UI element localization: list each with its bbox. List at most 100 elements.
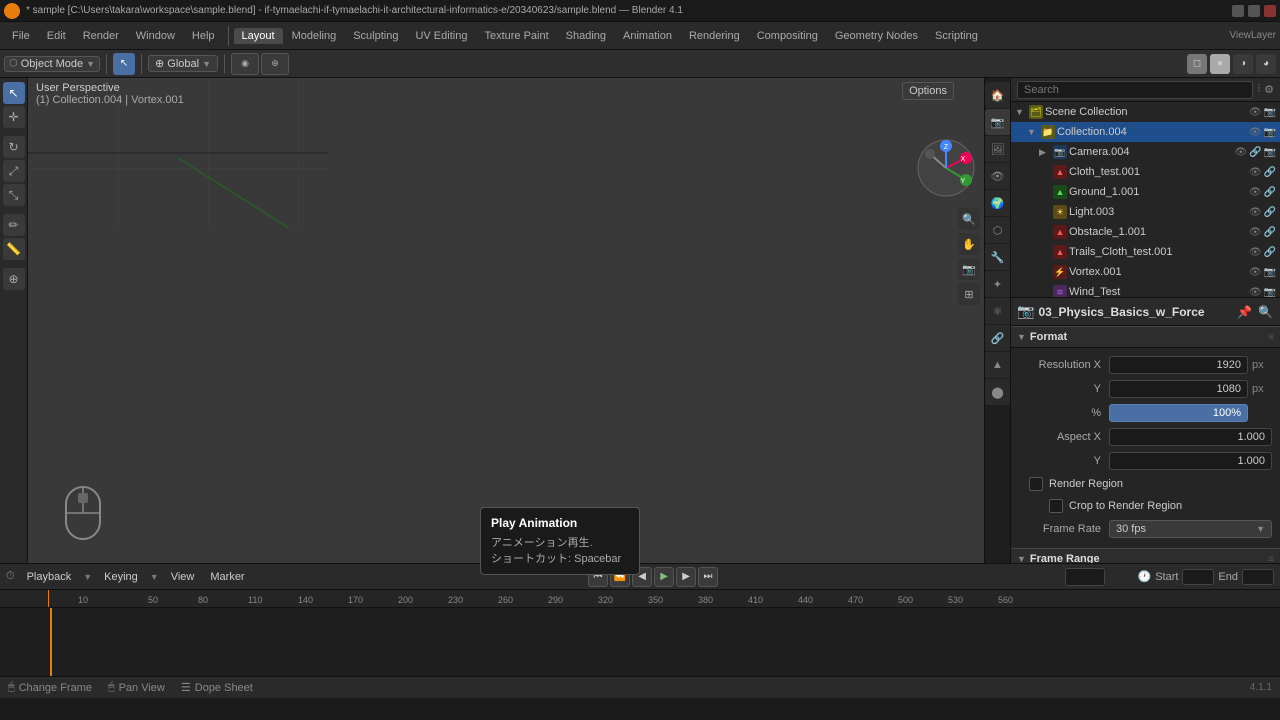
vortex-render-icon[interactable]: 📷 (1264, 267, 1276, 278)
camera-icon[interactable]: 📷 (958, 258, 980, 280)
cursor-tool[interactable]: ↖ (3, 82, 25, 104)
tab-shading[interactable]: Shading (558, 28, 614, 44)
window-controls[interactable] (1232, 5, 1276, 17)
prop-tab-constraints[interactable]: 🔗 (985, 325, 1011, 351)
jump-end-btn[interactable]: ⏭ (698, 567, 718, 587)
outliner-search[interactable] (1017, 81, 1253, 99)
render-region-checkbox[interactable] (1029, 477, 1043, 491)
mode-selector[interactable]: ⬡ Object Mode ▼ (4, 56, 100, 72)
overlay-btn[interactable]: ◉ (231, 53, 259, 75)
next-keyframe-btn[interactable]: ▶ (676, 567, 696, 587)
resolution-pct-value[interactable]: 100% (1109, 404, 1248, 422)
grid-icon[interactable]: ⊞ (958, 283, 980, 305)
transform-tool[interactable]: ⤡ (3, 184, 25, 206)
close-button[interactable] (1264, 5, 1276, 17)
cloth-hide-icon[interactable]: 👁 (1249, 167, 1262, 178)
tab-scripting[interactable]: Scripting (927, 28, 986, 44)
tab-layout[interactable]: Layout (234, 28, 283, 44)
measure-tool[interactable]: 📏 (3, 238, 25, 260)
vortex-hide-icon[interactable]: 👁 (1249, 267, 1262, 278)
add-tool[interactable]: ⊕ (3, 268, 25, 290)
tab-geometry-nodes[interactable]: Geometry Nodes (827, 28, 926, 44)
format-menu[interactable]: ≡ (1268, 332, 1274, 343)
prop-tab-modifier[interactable]: 🔧 (985, 244, 1011, 270)
resolution-x-value[interactable]: 1920 (1109, 356, 1248, 374)
playback-menu[interactable]: Playback (23, 569, 76, 585)
play-btn[interactable]: ▶ (654, 567, 674, 587)
outliner-filter-icon[interactable]: ⫶ (1257, 83, 1260, 96)
c004-hide-icon[interactable]: 👁 (1249, 127, 1262, 138)
c004-render-icon[interactable]: 📷 (1264, 127, 1276, 138)
aspect-x-value[interactable]: 1.000 (1109, 428, 1272, 446)
obstacle-hide-icon[interactable]: 👁 (1249, 227, 1262, 238)
light-003-item[interactable]: ☀ Light.003 👁 🔗 (1011, 202, 1280, 222)
viewport[interactable]: User Perspective (1) Collection.004 | Vo… (28, 78, 984, 563)
rendered-btn[interactable]: ◕ (1256, 54, 1276, 74)
tab-animation[interactable]: Animation (615, 28, 680, 44)
frame-rate-dropdown[interactable]: 30 fps ▼ (1109, 520, 1272, 538)
tab-compositing[interactable]: Compositing (749, 28, 826, 44)
tab-help[interactable]: Help (184, 28, 223, 44)
obstacle-item[interactable]: ▲ Obstacle_1.001 👁 🔗 (1011, 222, 1280, 242)
cloth-test-item[interactable]: ▲ Cloth_test.001 👁 🔗 (1011, 162, 1280, 182)
prop-tab-scene[interactable]: 🏠 (985, 82, 1011, 108)
trails-item[interactable]: ▲ Trails_Cloth_test.001 👁 🔗 (1011, 242, 1280, 262)
camera-004-item[interactable]: ▶ 📷 Camera.004 👁 🔗 📷 (1011, 142, 1280, 162)
scale-tool[interactable]: ⤢ (3, 160, 25, 182)
wireframe-btn[interactable]: ◻ (1187, 54, 1207, 74)
tab-texture-paint[interactable]: Texture Paint (476, 28, 556, 44)
vortex-item[interactable]: ⚡ Vortex.001 👁 📷 (1011, 262, 1280, 282)
obstacle-link-icon[interactable]: 🔗 (1264, 227, 1276, 238)
ground-link-icon[interactable]: 🔗 (1264, 187, 1276, 198)
prop-tab-world[interactable]: 🌍 (985, 190, 1011, 216)
prop-tab-output[interactable]: 🖼 (985, 136, 1011, 162)
hand-icon[interactable]: ✋ (958, 233, 980, 255)
options-button[interactable]: Options (902, 82, 954, 100)
tab-rendering[interactable]: Rendering (681, 28, 748, 44)
view-menu[interactable]: View (167, 569, 199, 585)
solid-btn[interactable]: ● (1210, 54, 1230, 74)
resolution-y-value[interactable]: 1080 (1109, 380, 1248, 398)
prop-tab-object[interactable]: ⬡ (985, 217, 1011, 243)
cam004-link-icon[interactable]: 🔗 (1249, 147, 1261, 158)
annotate-tool[interactable]: ✏ (3, 214, 25, 236)
global-selector[interactable]: ⊕ Global ▼ (148, 55, 218, 72)
material-btn[interactable]: ◑ (1233, 54, 1253, 74)
move-tool[interactable]: ✛ (3, 106, 25, 128)
prop-tab-particles[interactable]: ✦ (985, 271, 1011, 297)
vis-icon-render[interactable]: 📷 (1264, 107, 1276, 118)
tab-file[interactable]: File (4, 28, 38, 44)
prop-tab-view[interactable]: 👁 (985, 163, 1011, 189)
minimize-button[interactable] (1232, 5, 1244, 17)
scene-collection-item[interactable]: ▼ 🗂 Scene Collection 👁 📷 (1011, 102, 1280, 122)
ground-item[interactable]: ▲ Ground_1.001 👁 🔗 (1011, 182, 1280, 202)
cam004-render-icon[interactable]: 📷 (1264, 147, 1276, 158)
tab-render[interactable]: Render (75, 28, 127, 44)
marker-menu[interactable]: Marker (206, 569, 248, 585)
timeline-track[interactable] (0, 608, 1280, 676)
tab-edit[interactable]: Edit (39, 28, 74, 44)
zoom-icon[interactable]: 🔍 (958, 208, 980, 230)
end-frame-input[interactable]: 120 (1242, 569, 1274, 585)
format-section-header[interactable]: ▼ Format ≡ (1011, 326, 1280, 348)
prop-pin-icon[interactable]: 📌 (1236, 304, 1253, 320)
maximize-button[interactable] (1248, 5, 1260, 17)
crop-to-render-checkbox[interactable] (1049, 499, 1063, 513)
prop-tab-physics[interactable]: ⚛ (985, 298, 1011, 324)
aspect-y-value[interactable]: 1.000 (1109, 452, 1272, 470)
tab-uv-editing[interactable]: UV Editing (407, 28, 475, 44)
frame-range-menu[interactable]: ≡ (1268, 554, 1274, 564)
keying-menu[interactable]: Keying (100, 569, 142, 585)
scene-collection-expand[interactable]: ▼ (1015, 107, 1027, 117)
light-link-icon[interactable]: 🔗 (1264, 207, 1276, 218)
select-tool[interactable]: ↖ (113, 53, 135, 75)
ground-hide-icon[interactable]: 👁 (1249, 187, 1262, 198)
trails-link-icon[interactable]: 🔗 (1264, 247, 1276, 258)
trails-hide-icon[interactable]: 👁 (1249, 247, 1262, 258)
prop-tab-material[interactable]: ⬤ (985, 379, 1011, 405)
current-frame-input[interactable]: 1 (1065, 568, 1105, 586)
collection-004-item[interactable]: ▼ 📁 Collection.004 👁 📷 (1011, 122, 1280, 142)
nav-gizmo[interactable]: X Y Z (916, 138, 976, 201)
cam004-hide-icon[interactable]: 👁 (1234, 147, 1247, 158)
gizmo-btn[interactable]: ⊕ (261, 53, 289, 75)
